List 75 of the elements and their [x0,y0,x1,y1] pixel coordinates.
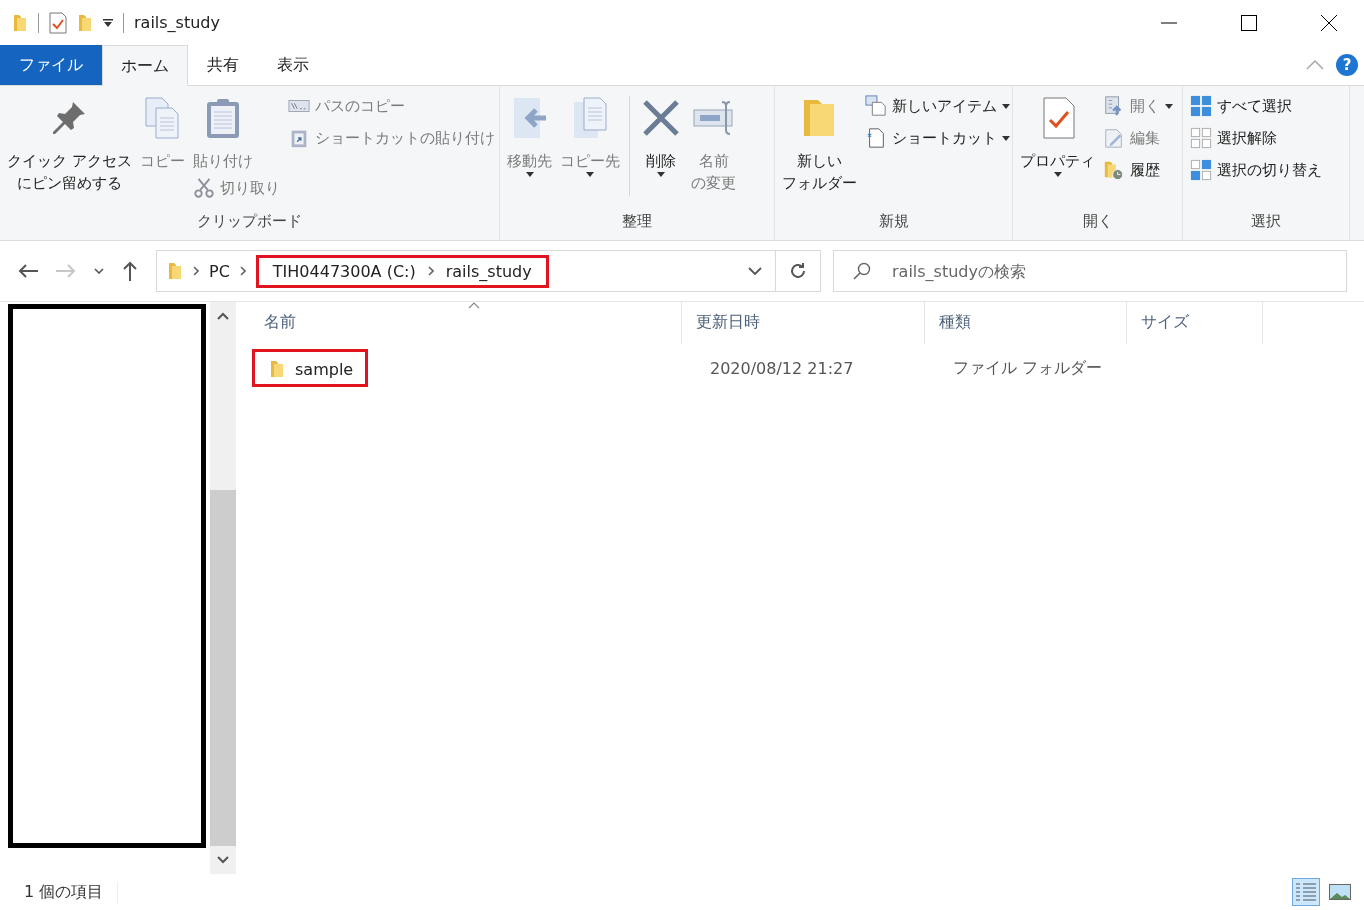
ribbon-button[interactable]: 選択の切り替え [1187,154,1325,186]
breadcrumb-item[interactable]: PC [209,261,230,281]
properties-icon[interactable] [49,11,67,34]
minimize-icon [1161,21,1177,24]
up-arrow-icon [122,261,138,281]
ribbon-button[interactable]: ショートカット [862,122,1012,154]
back-arrow-icon [18,263,38,279]
group-label: 開く [1081,212,1114,232]
customize-dropdown-icon[interactable] [103,18,113,27]
breadcrumb-item[interactable]: TIH0447300A (C:) [272,261,416,281]
ribbon-button[interactable]: 選択解除 [1187,122,1280,154]
window-title: rails_study [134,13,220,32]
file-menu-tab[interactable]: ファイル [0,45,102,85]
sort-ascending-icon [468,302,480,309]
chevron-right-icon [239,266,246,276]
ribbon-button[interactable]: 新しい フォルダー [779,90,860,194]
new-item-icon [865,95,887,117]
scrollbar-thumb[interactable] [210,490,236,846]
caret-icon [1053,172,1062,177]
grid-icon [1190,159,1212,181]
scroll-up-icon[interactable] [217,312,229,320]
grid-icon [1190,95,1212,117]
file-item[interactable]: sample [252,349,369,387]
caret-icon [525,172,534,177]
folder-icon [77,12,93,33]
caret-icon [586,172,594,177]
ribbon-tab[interactable]: 共有 [188,45,258,85]
folder-icon [269,358,285,380]
ribbon-button[interactable]: 削除 [636,90,686,177]
document-icon [865,127,887,149]
group-label: 整理 [621,212,653,232]
picture-icon [1329,884,1351,900]
chevron-down-icon [748,267,762,275]
details-view-icon [1295,882,1317,902]
ribbon-button[interactable]: 履歴 [1100,154,1163,186]
ribbon-tab[interactable]: ホーム [102,45,188,86]
group-label: クリップボード [196,212,303,232]
ribbon-tab[interactable]: 表示 [258,45,328,85]
caret-icon [1002,135,1010,141]
scroll-down-icon[interactable] [217,856,229,864]
column-header[interactable]: 種類 [925,302,1127,344]
scrollbar[interactable] [210,302,236,874]
group-label: 新規 [877,212,910,232]
table-cell-text: 2020/08/12 21:27 [709,358,855,378]
caret-icon [657,172,665,177]
caret-icon [1165,103,1173,109]
ribbon-button[interactable]: 新しいアイテム [862,90,1012,122]
grid-icon [1190,127,1212,149]
ribbon-button[interactable]: クイック アクセス にピン留めする [4,90,135,194]
column-header[interactable]: 更新日時 [682,302,925,344]
table-cell-text: ファイル フォルダー [952,357,1104,379]
search-field[interactable]: rails_studyの検索 [833,250,1347,292]
collapse-ribbon-icon[interactable] [1306,60,1324,70]
pencil-icon [1103,127,1125,149]
address-bar[interactable]: PC TIH0447300A (C:) rails_study [156,250,821,292]
scissors-icon [192,177,215,199]
folder-icon [167,261,183,281]
folder-icon [12,12,28,33]
history-icon [1103,159,1125,181]
chevron-down-icon [94,268,104,274]
group-label: 選択 [1250,212,1282,232]
help-button[interactable]: ? [1336,54,1358,76]
chevron-right-icon [427,266,434,276]
column-header[interactable]: サイズ [1127,302,1263,344]
item-count: 1 個の項目 [24,881,119,903]
chevron-right-icon [193,266,199,276]
maximize-icon [1241,14,1257,31]
close-icon [1321,14,1337,31]
refresh-icon [789,262,807,280]
breadcrumb-item[interactable]: rails_study [445,261,532,281]
caret-icon [1002,103,1010,109]
ribbon-button[interactable]: プロパティ [1017,90,1098,177]
column-header[interactable]: 名前 [250,302,682,344]
forward-arrow-icon [56,263,76,279]
ribbon-button[interactable]: すべて選択 [1187,90,1295,122]
